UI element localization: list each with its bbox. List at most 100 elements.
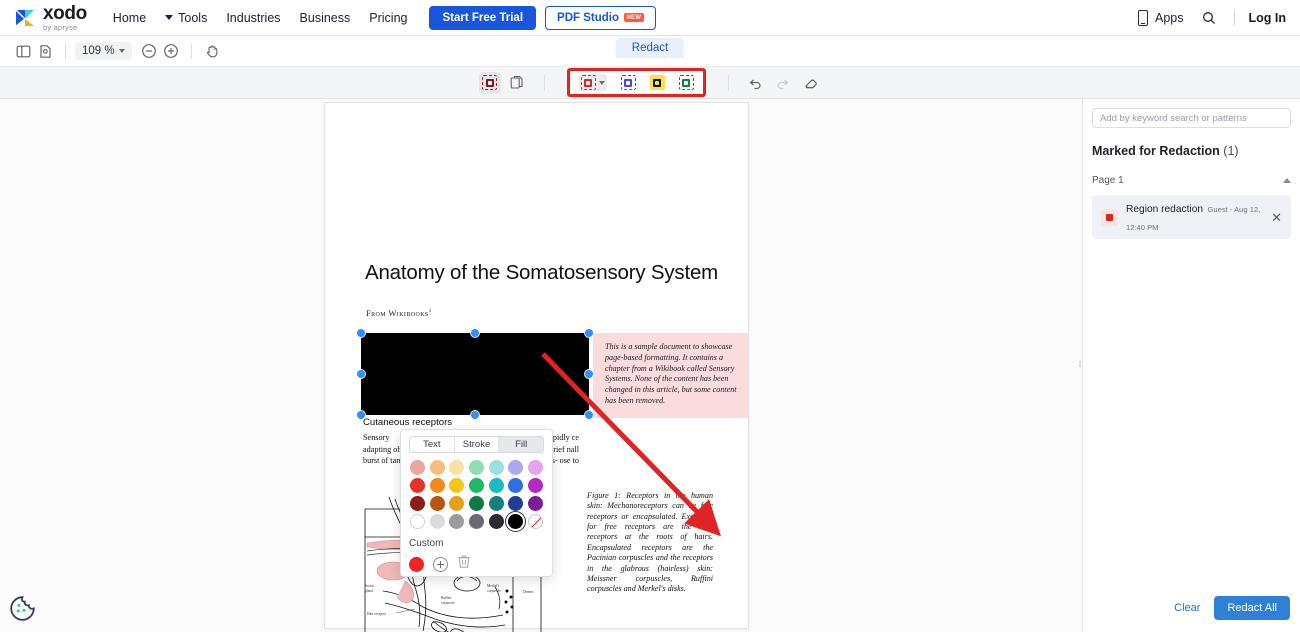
swatch-r2c7[interactable] bbox=[528, 478, 544, 493]
chevron-up-icon[interactable] bbox=[1283, 178, 1291, 183]
swatch-r2c5[interactable] bbox=[488, 478, 504, 493]
swatch-r1c3[interactable] bbox=[449, 460, 465, 475]
source-footnote-marker: 1 bbox=[428, 308, 432, 315]
undo-icon[interactable] bbox=[744, 72, 766, 94]
swatch-r4c2[interactable] bbox=[429, 514, 445, 529]
nav-divider bbox=[1233, 10, 1235, 25]
list-item[interactable]: Region redaction Guest - Aug 12, 12:40 P… bbox=[1092, 195, 1291, 239]
mobile-phone-icon bbox=[1138, 9, 1148, 26]
custom-color-swatch[interactable] bbox=[409, 556, 424, 572]
swatch-r4c5[interactable] bbox=[488, 514, 504, 529]
chevron-down-icon bbox=[165, 15, 174, 20]
sample-document-note-text: This is a sample document to showcase pa… bbox=[605, 342, 737, 405]
chevron-down-icon bbox=[118, 49, 125, 53]
resize-handle-tr[interactable] bbox=[585, 329, 593, 337]
swatch-r1c5[interactable] bbox=[488, 460, 504, 475]
pdf-studio-label: PDF Studio bbox=[557, 11, 619, 24]
nav-item-tools[interactable]: Tools bbox=[165, 11, 207, 25]
swatch-r4c1-white[interactable] bbox=[409, 514, 425, 529]
region-redaction-icon bbox=[1101, 208, 1118, 226]
swatch-r2c6[interactable] bbox=[508, 478, 524, 493]
nav-item-business[interactable]: Business bbox=[300, 11, 351, 25]
swatch-r2c1[interactable] bbox=[409, 478, 425, 493]
sidebar-toggle-icon[interactable] bbox=[12, 40, 34, 62]
swatch-r3c6[interactable] bbox=[508, 496, 524, 511]
redaction-toolbar bbox=[0, 67, 1300, 99]
applied-region-redaction[interactable] bbox=[357, 329, 593, 419]
search-icon[interactable] bbox=[1198, 7, 1220, 29]
tab-text[interactable]: Text bbox=[410, 437, 455, 452]
resize-handle-br[interactable] bbox=[585, 411, 593, 419]
swatch-r1c4[interactable] bbox=[468, 460, 484, 475]
add-custom-color-icon[interactable] bbox=[433, 556, 448, 572]
resize-handle-bc[interactable] bbox=[471, 411, 479, 419]
swatch-r1c7[interactable] bbox=[528, 460, 544, 475]
nav-item-pricing[interactable]: Pricing bbox=[369, 11, 407, 25]
redaction-style-blue[interactable] bbox=[620, 75, 636, 90]
toolbar-divider bbox=[65, 43, 66, 59]
brand-name: xodo bbox=[43, 2, 87, 24]
resize-handle-tl[interactable] bbox=[357, 329, 365, 337]
clear-button[interactable]: Clear bbox=[1174, 602, 1200, 614]
panel-footer: Clear Redact All bbox=[1083, 586, 1300, 632]
tab-fill[interactable]: Fill bbox=[499, 437, 543, 452]
redaction-style-yellow[interactable] bbox=[649, 75, 665, 90]
resize-handle-mr[interactable] bbox=[585, 370, 593, 378]
region-redaction-tool[interactable] bbox=[478, 71, 501, 94]
swatch-r2c2[interactable] bbox=[429, 478, 445, 493]
apps-label: Apps bbox=[1155, 10, 1184, 25]
page-redaction-tool[interactable] bbox=[507, 72, 529, 94]
document-canvas[interactable]: Anatomy of the Somatosensory System From… bbox=[0, 99, 1082, 632]
redo-icon[interactable] bbox=[772, 72, 794, 94]
zoom-out-icon[interactable] bbox=[138, 40, 160, 62]
swatch-r1c2[interactable] bbox=[429, 460, 445, 475]
tab-redact[interactable]: Redact bbox=[615, 38, 685, 58]
color-swatch-grid bbox=[409, 460, 544, 532]
delete-custom-color-icon[interactable] bbox=[457, 554, 471, 574]
login-button[interactable]: Log In bbox=[1249, 11, 1287, 25]
swatch-r4c6-black-selected[interactable] bbox=[505, 511, 527, 532]
redaction-count: (1) bbox=[1223, 144, 1239, 158]
section-heading-cutaneous-receptors: Cutaneous receptors bbox=[363, 417, 453, 428]
page-group-header[interactable]: Page 1 bbox=[1092, 175, 1291, 186]
pdf-studio-button[interactable]: PDF Studio NEW bbox=[545, 5, 656, 30]
close-icon[interactable]: ✕ bbox=[1271, 211, 1282, 224]
swatch-r4c4[interactable] bbox=[468, 514, 484, 529]
swatch-r3c7[interactable] bbox=[528, 496, 544, 511]
color-picker-popup[interactable]: Text Stroke Fill Custom bbox=[400, 429, 553, 577]
primary-nav-links: Home Tools Industries Business Pricing bbox=[113, 11, 408, 25]
swatch-r3c4[interactable] bbox=[468, 496, 484, 511]
page-view-icon[interactable] bbox=[34, 40, 56, 62]
zoom-level-selector[interactable]: 109 % bbox=[75, 42, 132, 60]
top-navigation-bar: xodo by apryse Home Tools Industries Bus… bbox=[0, 0, 1300, 36]
redact-all-button[interactable]: Redact All bbox=[1214, 596, 1290, 620]
swatch-r3c5[interactable] bbox=[488, 496, 504, 511]
hand-tool-icon[interactable] bbox=[201, 40, 223, 62]
resize-handle-tc[interactable] bbox=[471, 329, 479, 337]
nav-item-industries[interactable]: Industries bbox=[226, 11, 280, 25]
swatch-r1c6[interactable] bbox=[508, 460, 524, 475]
chevron-down-icon[interactable] bbox=[598, 80, 605, 85]
xodo-logo[interactable]: xodo by apryse bbox=[14, 4, 87, 32]
swatch-no-color-icon[interactable] bbox=[528, 514, 544, 529]
swatch-r3c2[interactable] bbox=[429, 496, 445, 511]
tab-stroke[interactable]: Stroke bbox=[455, 437, 500, 452]
panel-resize-handle[interactable]: ⦙⦙ bbox=[1076, 357, 1083, 371]
apps-menu[interactable]: Apps bbox=[1138, 9, 1184, 26]
zoom-in-icon[interactable] bbox=[160, 40, 182, 62]
swatch-r4c3[interactable] bbox=[449, 514, 465, 529]
eraser-icon[interactable] bbox=[800, 72, 822, 94]
redaction-style-red[interactable] bbox=[578, 74, 607, 91]
swatch-r1c1[interactable] bbox=[409, 460, 425, 475]
sample-document-note: This is a sample document to showcase pa… bbox=[593, 333, 748, 418]
start-free-trial-button[interactable]: Start Free Trial bbox=[429, 5, 537, 30]
swatch-r3c1[interactable] bbox=[409, 496, 425, 511]
nav-item-home[interactable]: Home bbox=[113, 11, 146, 25]
resize-handle-ml[interactable] bbox=[357, 370, 365, 378]
swatch-r3c3[interactable] bbox=[449, 496, 465, 511]
keyword-search-input[interactable] bbox=[1092, 108, 1291, 128]
swatch-r2c4[interactable] bbox=[468, 478, 484, 493]
swatch-r2c3[interactable] bbox=[449, 478, 465, 493]
redaction-style-green[interactable] bbox=[678, 75, 694, 90]
cookie-consent-icon[interactable] bbox=[9, 595, 36, 622]
